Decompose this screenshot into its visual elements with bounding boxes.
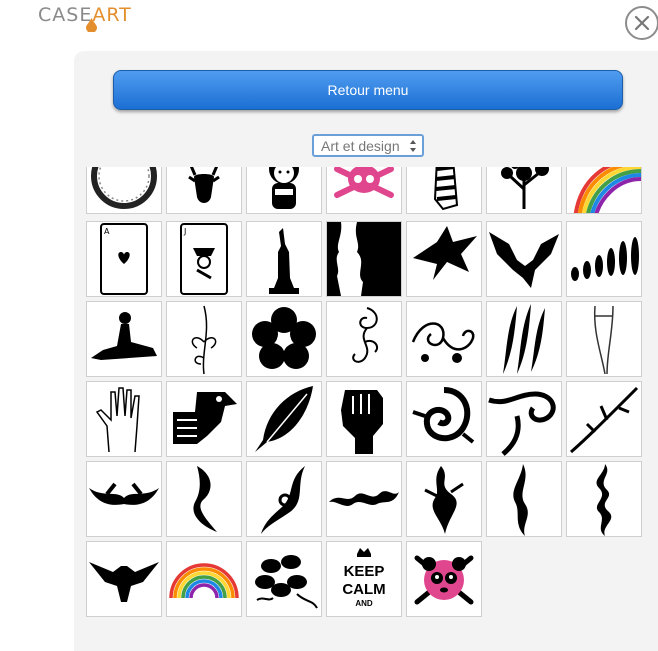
design-tile-human-evolution[interactable]: [566, 221, 642, 297]
design-tile-panda-skull[interactable]: [406, 541, 482, 617]
design-tile-legs-sketch[interactable]: [566, 301, 642, 377]
jack-card-icon: J: [180, 223, 228, 295]
design-tile-swirl-ornament[interactable]: [326, 301, 402, 377]
raised-fist-icon: [341, 390, 383, 454]
pinup-silhouette-icon: [91, 312, 157, 360]
dragon-icon: [413, 226, 477, 280]
caseart-logo: CASEART: [38, 4, 132, 38]
logo-case-text: CASE: [38, 4, 93, 26]
deer-head-icon: [188, 167, 220, 203]
design-tile-tribal-spiral[interactable]: [406, 381, 482, 457]
design-tile-silhouette-faces[interactable]: [326, 221, 402, 297]
design-tile-ace-of-hearts[interactable]: A: [86, 221, 162, 297]
tribal-band-icon: [329, 491, 399, 506]
tribal-horns-icon: [89, 482, 159, 505]
tribal-flame-icon: [424, 466, 464, 534]
panda-skull-icon: [414, 555, 474, 605]
aztec-eagle-icon: [173, 392, 237, 444]
hand-icon: [95, 387, 140, 453]
design-tile-plum-flower[interactable]: [246, 301, 322, 377]
design-tile-claw-scratch[interactable]: [486, 301, 562, 377]
design-tile-lily-flower[interactable]: [166, 301, 242, 377]
ring-icon: [91, 167, 157, 209]
design-tile-rainbow[interactable]: [166, 541, 242, 617]
design-tile-ring[interactable]: [86, 167, 162, 214]
design-tile-tribal-blade[interactable]: [486, 461, 562, 537]
lily-flower-icon: [191, 305, 217, 375]
tribal-branch-icon: [570, 386, 639, 454]
design-tile-splatter-tree[interactable]: [486, 167, 562, 214]
floral-swirl-icon: [411, 322, 475, 363]
keep-calm-line2: CALM: [342, 581, 385, 598]
close-button[interactable]: [625, 6, 658, 40]
design-tile-tribal-vertical[interactable]: [166, 461, 242, 537]
design-tile-bat-dragon[interactable]: [486, 221, 562, 297]
tribal-vertical-icon: [193, 466, 217, 532]
design-gallery: A J KEEP CALM AND: [84, 167, 646, 619]
design-tile-skull-crossbones-pink[interactable]: [326, 167, 402, 214]
logo-drop-icon: [86, 18, 97, 32]
silhouette-faces-icon: [327, 222, 401, 296]
design-tile-keep-calm[interactable]: KEEP CALM AND: [326, 541, 402, 617]
design-tile-pinup-silhouette[interactable]: [86, 301, 162, 377]
rainbow-arc-icon: [573, 167, 641, 213]
design-tile-zebra[interactable]: [406, 167, 482, 214]
design-tile-tribal-horns[interactable]: [86, 461, 162, 537]
back-to-menu-button[interactable]: Retour menu: [113, 70, 623, 110]
keep-calm-line3: AND: [355, 599, 373, 608]
splatter-tree-icon: [501, 167, 549, 209]
design-tile-statue-of-liberty[interactable]: [246, 221, 322, 297]
design-tile-feather[interactable]: [246, 381, 322, 457]
design-tile-tribal-branch[interactable]: [566, 381, 642, 457]
close-icon: [634, 15, 650, 31]
design-tile-tribal-wave[interactable]: [486, 381, 562, 457]
design-tile-hibiscus[interactable]: [246, 541, 322, 617]
design-tile-raised-fist[interactable]: [326, 381, 402, 457]
keep-calm-line1: KEEP: [344, 563, 385, 580]
design-tile-jack-card[interactable]: J: [166, 221, 242, 297]
design-tile-aztec-eagle[interactable]: [166, 381, 242, 457]
logo-art-text: ART: [92, 4, 132, 26]
svg-text:A: A: [104, 227, 110, 236]
zebra-icon: [433, 167, 459, 211]
select-arrows-icon: [410, 140, 416, 152]
category-select-value: Art et design: [321, 137, 400, 154]
plum-flower-icon: [252, 307, 316, 369]
hibiscus-icon: [255, 555, 318, 609]
category-select[interactable]: Art et design: [312, 134, 424, 157]
tribal-spiral-icon: [412, 387, 475, 444]
swirl-ornament-icon: [352, 307, 379, 363]
tribal-blade-icon: [513, 464, 528, 536]
design-tile-tribal-curve[interactable]: [246, 461, 322, 537]
keep-calm-icon: KEEP CALM AND: [342, 548, 386, 608]
design-tile-tribal-flame[interactable]: [406, 461, 482, 537]
tribal-wave-icon: [488, 391, 556, 456]
claw-scratch-icon: [503, 304, 545, 374]
design-tile-kokeshi-doll[interactable]: [246, 167, 322, 214]
rainbow-icon: [169, 563, 239, 599]
design-tile-dragon[interactable]: [406, 221, 482, 297]
design-tile-deer-head[interactable]: [166, 167, 242, 214]
bat-dragon-icon: [489, 232, 559, 288]
tribal-curve-icon: [261, 466, 305, 534]
statue-of-liberty-icon: [269, 228, 299, 294]
design-tile-tribal-totem[interactable]: [566, 461, 642, 537]
design-tile-rainbow-arc[interactable]: [566, 167, 642, 214]
eagle-icon: [89, 562, 159, 602]
design-tile-hand[interactable]: [86, 381, 162, 457]
design-tile-floral-swirl[interactable]: [406, 301, 482, 377]
feather-icon: [255, 386, 313, 452]
tribal-totem-icon: [596, 464, 612, 536]
human-evolution-icon: [571, 237, 639, 281]
design-tile-eagle[interactable]: [86, 541, 162, 617]
svg-text:J: J: [183, 227, 186, 236]
legs-sketch-icon: [593, 305, 614, 375]
design-tile-tribal-band[interactable]: [326, 461, 402, 537]
skull-crossbones-icon: [334, 167, 394, 198]
kokeshi-doll-icon: [269, 167, 299, 209]
ace-of-hearts-icon: A: [100, 223, 148, 295]
